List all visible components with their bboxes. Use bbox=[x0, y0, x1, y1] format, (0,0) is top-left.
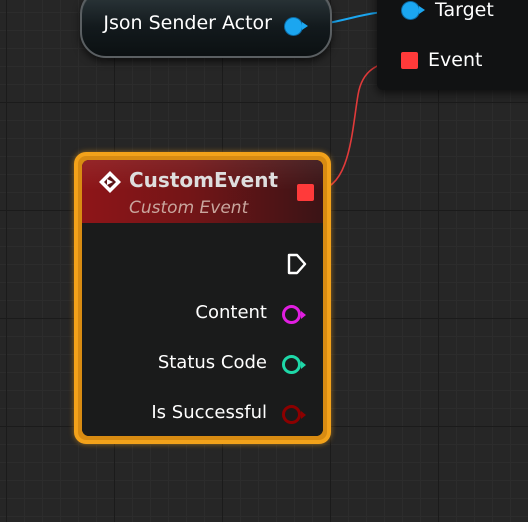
event-pin-label: Event bbox=[428, 49, 483, 71]
status-code-output-pin[interactable] bbox=[282, 355, 306, 374]
event-delegate-output-pin[interactable] bbox=[297, 184, 314, 201]
status-code-pin-label: Status Code bbox=[157, 352, 267, 373]
exec-output-pin-icon[interactable] bbox=[286, 252, 308, 276]
custom-event-node-body: CustomEvent Custom Event Content Status … bbox=[82, 160, 323, 436]
function-node[interactable]: Target Event bbox=[377, 0, 528, 90]
content-pin-label: Content bbox=[195, 302, 267, 323]
custom-event-subtitle: Custom Event bbox=[129, 198, 249, 218]
is-successful-pin-label: Is Successful bbox=[151, 402, 267, 423]
target-pin-label: Target bbox=[435, 0, 494, 21]
custom-event-title: CustomEvent bbox=[129, 168, 279, 192]
object-output-pin[interactable] bbox=[285, 18, 308, 35]
event-diamond-icon bbox=[99, 171, 121, 193]
blueprint-graph-canvas[interactable]: Json Sender Actor Target Event CustomEve… bbox=[0, 0, 528, 522]
custom-event-node[interactable]: CustomEvent Custom Event Content Status … bbox=[74, 152, 331, 444]
is-successful-output-pin[interactable] bbox=[282, 405, 306, 424]
json-sender-actor-variable-node[interactable]: Json Sender Actor bbox=[80, 0, 332, 58]
variable-node-label: Json Sender Actor bbox=[103, 12, 272, 34]
content-output-pin[interactable] bbox=[282, 305, 306, 324]
event-delegate-input-pin[interactable] bbox=[401, 52, 418, 69]
target-input-pin[interactable] bbox=[402, 2, 425, 19]
